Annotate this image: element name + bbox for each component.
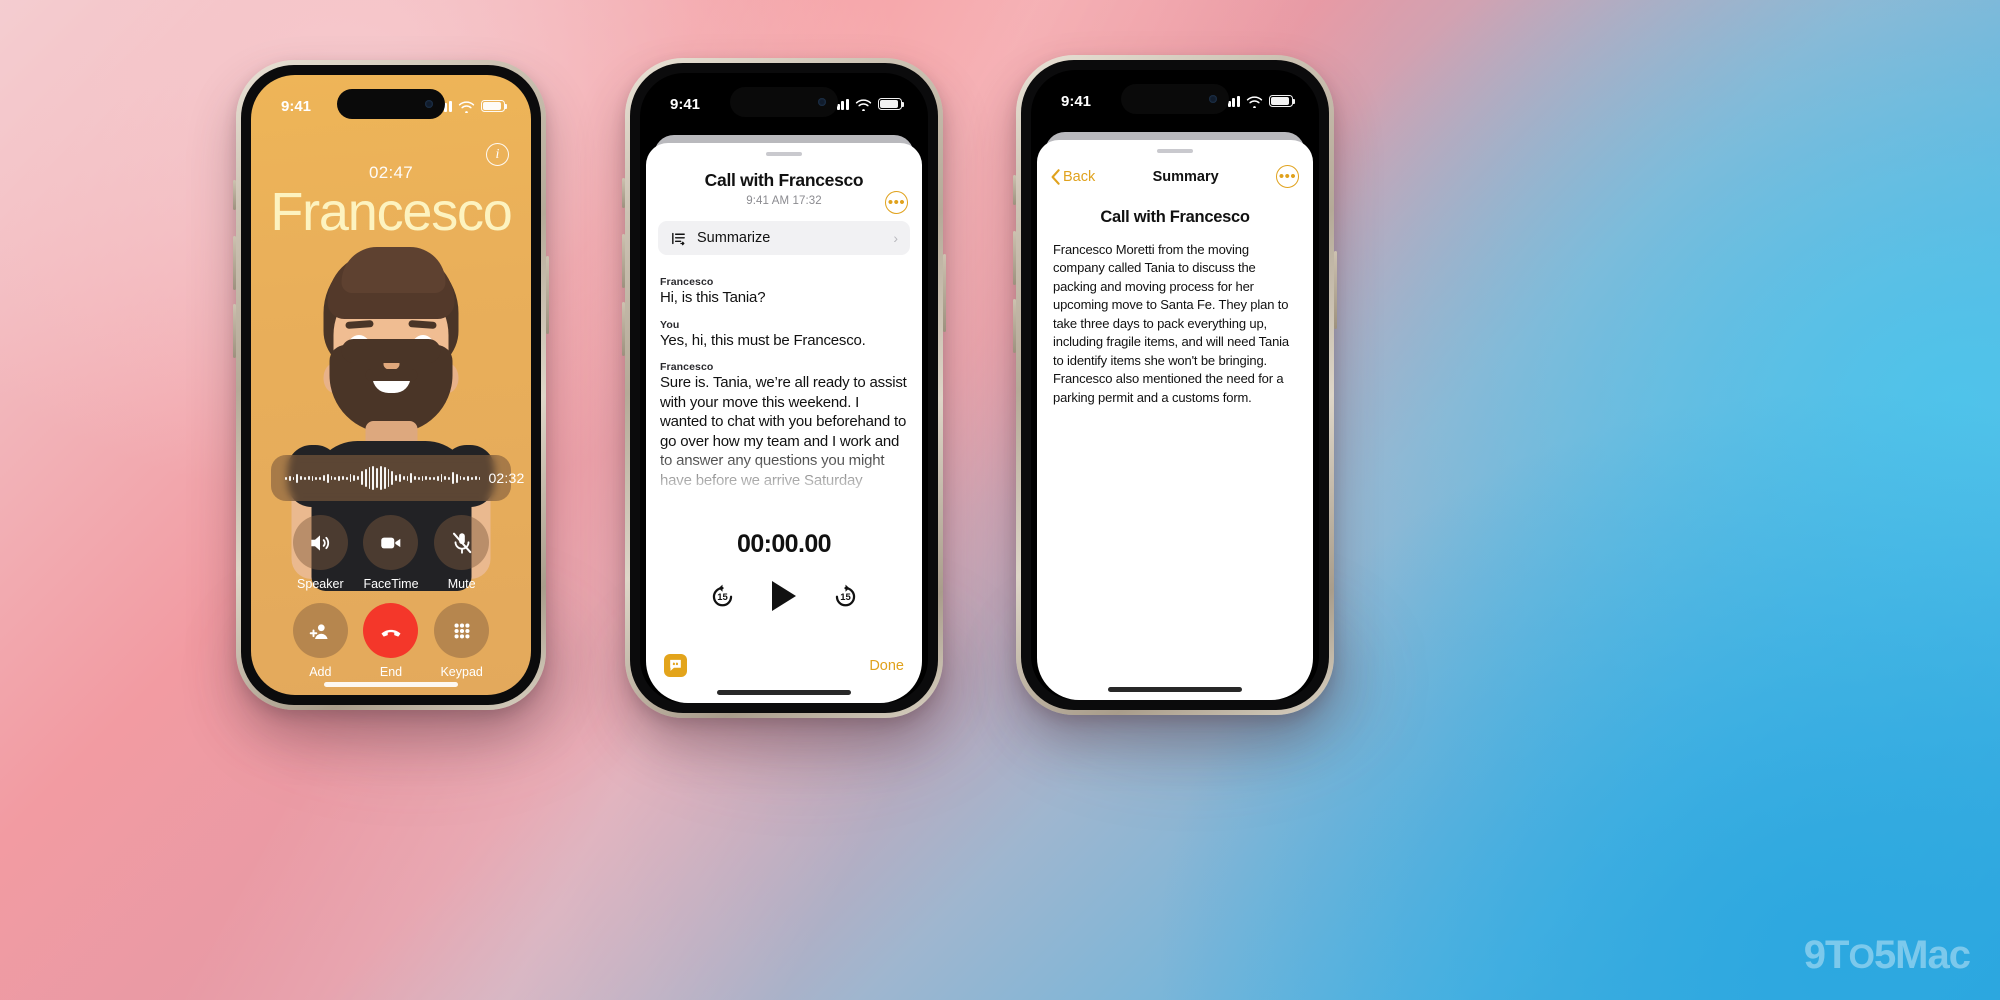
skip-forward-label: 15 bbox=[840, 591, 851, 603]
call-recording-bar: 02:32 bbox=[271, 455, 524, 501]
call-actions-grid: Speaker FaceTime Mute Add End Keypad bbox=[251, 515, 531, 679]
mute-switch[interactable] bbox=[233, 180, 236, 210]
watermark: 9TO5Mac bbox=[1803, 933, 1971, 977]
front-camera-icon bbox=[818, 98, 826, 106]
more-dots-icon[interactable]: ••• bbox=[1276, 165, 1299, 188]
sheet-subtitle: 9:41 AM 17:32 bbox=[746, 195, 822, 207]
volume-up-button[interactable] bbox=[233, 236, 236, 290]
status-time: 9:41 bbox=[1061, 92, 1092, 110]
home-indicator[interactable] bbox=[1108, 687, 1242, 692]
battery-icon bbox=[481, 100, 508, 112]
dynamic-island bbox=[337, 89, 445, 119]
speaker-icon[interactable] bbox=[292, 515, 348, 570]
call-action-label: Speaker bbox=[297, 577, 344, 591]
mute-switch[interactable] bbox=[622, 178, 625, 208]
summarize-button[interactable]: Summarize › bbox=[658, 221, 910, 255]
transcript-speaker: Francesco bbox=[660, 276, 714, 288]
status-time: 9:41 bbox=[281, 97, 312, 115]
caller-name: Francesco bbox=[270, 182, 512, 242]
transcript-quote-icon[interactable] bbox=[664, 654, 687, 677]
end-call-icon[interactable] bbox=[363, 603, 419, 658]
battery-icon bbox=[878, 98, 905, 110]
summary-sheet: Back Summary ••• Call with Francesco Fra… bbox=[1037, 140, 1313, 700]
volume-down-button[interactable] bbox=[233, 304, 236, 358]
call-action-end[interactable]: End bbox=[356, 603, 427, 679]
summary-navbar: Back Summary ••• bbox=[1037, 153, 1313, 188]
summary-body: Francesco Moretti from the moving compan… bbox=[1053, 242, 1289, 405]
power-button[interactable] bbox=[1334, 251, 1337, 329]
skip-back-label: 15 bbox=[717, 591, 728, 603]
dynamic-island bbox=[1121, 84, 1229, 114]
call-action-label: Mute bbox=[447, 577, 476, 591]
audio-waveform-icon bbox=[285, 465, 481, 491]
back-label: Back bbox=[1063, 168, 1096, 185]
call-action-facetime[interactable]: FaceTime bbox=[356, 515, 427, 591]
call-action-add[interactable]: Add bbox=[285, 603, 356, 679]
power-button[interactable] bbox=[546, 256, 549, 334]
summary-heading: Call with Francesco bbox=[1100, 208, 1250, 226]
dynamic-island bbox=[730, 87, 838, 117]
call-duration: 02:47 bbox=[368, 163, 414, 182]
home-indicator[interactable] bbox=[717, 690, 851, 695]
volume-down-button[interactable] bbox=[622, 302, 625, 356]
back-button[interactable]: Back bbox=[1051, 169, 1095, 185]
sheet-footer: Done bbox=[646, 654, 922, 677]
volume-up-button[interactable] bbox=[622, 234, 625, 288]
call-action-label: End bbox=[379, 665, 403, 679]
call-info-icon[interactable]: i bbox=[486, 143, 509, 166]
phone-transcript-screen: 9:41 Call with Francesco 9:41 AM 17:32 •… bbox=[622, 58, 946, 718]
done-button[interactable]: Done bbox=[869, 658, 904, 674]
transcript-text: Yes, hi, this must be Francesco. bbox=[660, 331, 866, 349]
call-action-label: Keypad bbox=[440, 665, 483, 679]
transcript-speaker: You bbox=[660, 318, 680, 331]
add-person-icon[interactable] bbox=[292, 603, 348, 658]
phone-call-screen: 9:41 i 02:47 Francesco 02:32 Speaker Fac… bbox=[233, 60, 549, 710]
sheet-grabber[interactable] bbox=[766, 152, 802, 156]
front-camera-icon bbox=[1209, 95, 1217, 103]
chevron-left-icon bbox=[1051, 168, 1060, 185]
summarize-icon bbox=[672, 232, 685, 245]
status-time: 9:41 bbox=[670, 95, 701, 113]
mic-off-icon[interactable] bbox=[434, 515, 490, 570]
transcript-text: Hi, is this Tania? bbox=[660, 289, 766, 306]
wifi-icon bbox=[855, 98, 872, 111]
recording-elapsed: 02:32 bbox=[488, 470, 525, 486]
transcript-text: Sure is. Tania, we’re all ready to assis… bbox=[660, 374, 907, 489]
phone-summary-screen: 9:41 Back Summary ••• Call with Francesc… bbox=[1013, 55, 1337, 715]
skip-back-15-icon[interactable]: 15 bbox=[709, 583, 736, 610]
transcript-list[interactable]: Francesco Hi, is this Tania? You Yes, hi, t… bbox=[646, 255, 922, 490]
player-time: 00:00.00 bbox=[737, 530, 832, 558]
battery-icon bbox=[1269, 95, 1296, 107]
volume-down-button[interactable] bbox=[1013, 299, 1016, 353]
front-camera-icon bbox=[425, 100, 433, 108]
wifi-icon bbox=[1246, 95, 1263, 108]
page-title: Summary bbox=[1152, 168, 1219, 185]
call-action-keypad[interactable]: Keypad bbox=[426, 603, 497, 679]
more-dots-icon[interactable]: ••• bbox=[885, 191, 908, 214]
wifi-icon bbox=[458, 100, 475, 113]
call-action-speaker[interactable]: Speaker bbox=[285, 515, 356, 591]
power-button[interactable] bbox=[943, 254, 946, 332]
video-icon[interactable] bbox=[363, 515, 419, 570]
call-action-label: FaceTime bbox=[363, 577, 419, 591]
chevron-right-icon: › bbox=[893, 230, 898, 246]
keypad-icon[interactable] bbox=[434, 603, 490, 658]
mute-switch[interactable] bbox=[1013, 175, 1016, 205]
play-icon[interactable] bbox=[772, 581, 796, 611]
call-recording-sheet: Call with Francesco 9:41 AM 17:32 ••• Su… bbox=[646, 143, 922, 703]
sheet-title: Call with Francesco bbox=[704, 170, 864, 190]
audio-player: 00:00.00 15 15 bbox=[646, 530, 922, 611]
home-indicator[interactable] bbox=[324, 682, 458, 687]
summarize-label: Summarize bbox=[697, 230, 771, 246]
skip-forward-15-icon[interactable]: 15 bbox=[832, 583, 859, 610]
call-action-mute[interactable]: Mute bbox=[426, 515, 497, 591]
volume-up-button[interactable] bbox=[1013, 231, 1016, 285]
call-action-label: Add bbox=[309, 665, 332, 679]
transcript-speaker: Francesco bbox=[660, 361, 714, 373]
